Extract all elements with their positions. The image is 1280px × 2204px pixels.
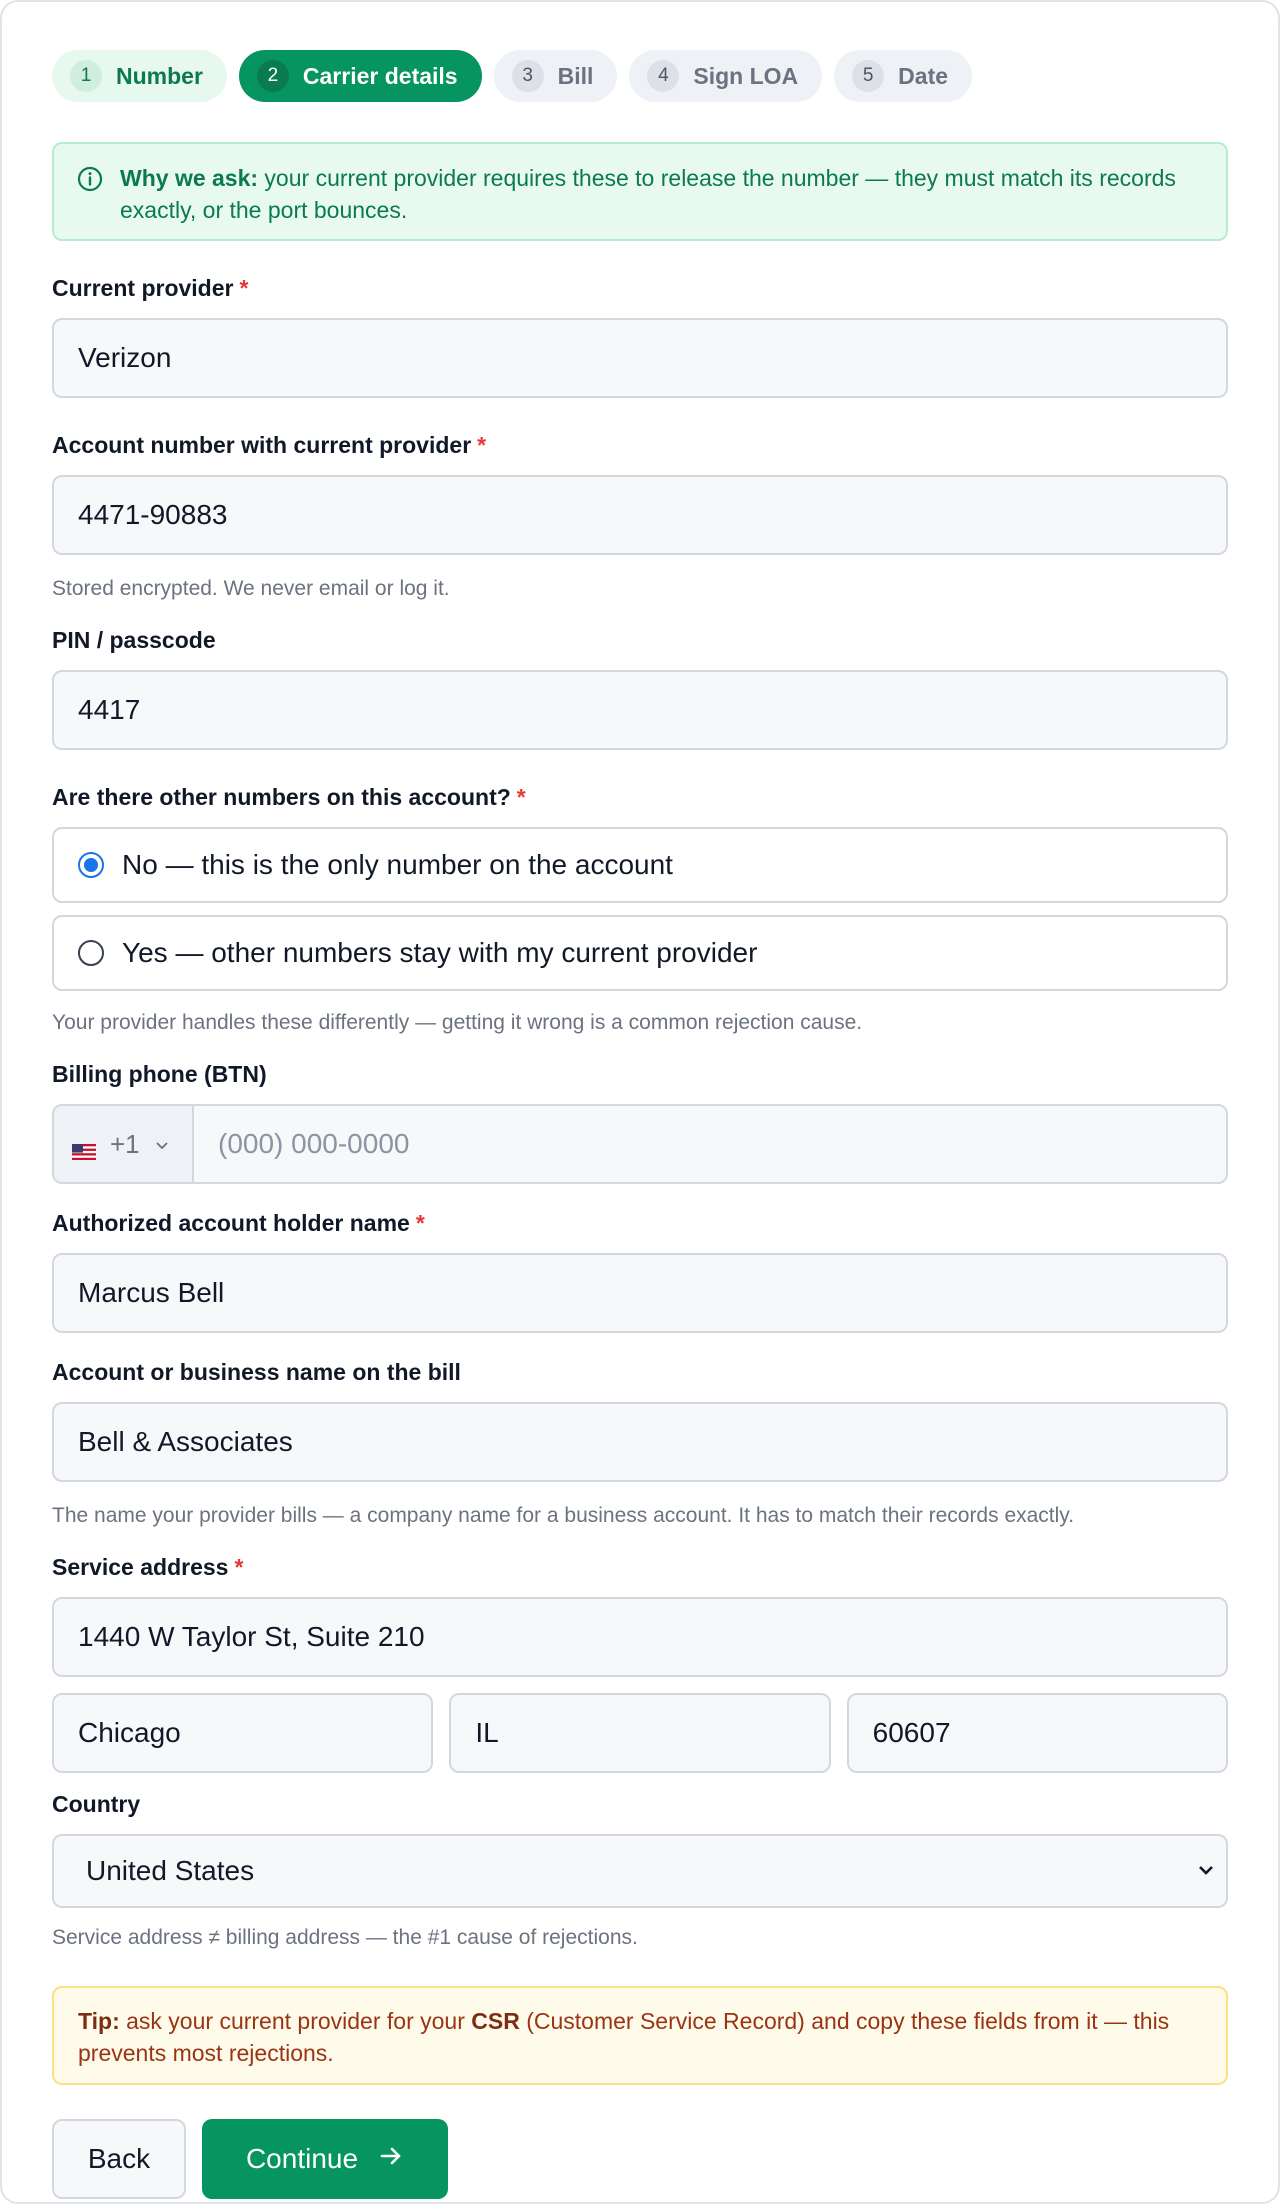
state-input[interactable]: IL (449, 1693, 831, 1773)
current-provider-group: Current provider * Verizon (52, 275, 1228, 398)
account-holder-input[interactable]: Marcus Bell (52, 1253, 1228, 1333)
step-bill-label: Bill (557, 62, 594, 89)
step-number-index: 1 (70, 60, 102, 92)
step-bill-index: 3 (511, 60, 544, 92)
account-number-help: Stored encrypted. We never email or log … (52, 577, 450, 600)
step-carrier-details-index: 2 (256, 60, 289, 92)
country-code-select[interactable]: +1 (54, 1106, 194, 1182)
why-we-ask-text: Why we ask: your current provider requir… (120, 162, 1202, 239)
required-marker: * (477, 432, 487, 458)
account-holder-label-text: Authorized account holder name (52, 1210, 410, 1236)
us-flag-icon (72, 1136, 96, 1160)
country-label: Country (52, 1791, 141, 1817)
other-numbers-group: Are there other numbers on this account?… (52, 784, 1228, 1035)
account-number-label-text: Account number with current provider (52, 432, 472, 458)
business-name-label: Account or business name on the bill (52, 1359, 461, 1385)
current-provider-label-text: Current provider (52, 275, 234, 301)
billing-phone-label: Billing phone (BTN) (52, 1061, 267, 1087)
city-input[interactable]: Chicago (52, 1693, 434, 1773)
step-sign-loa-index: 4 (647, 60, 680, 92)
other-numbers-help: Your provider handles these differently … (52, 1011, 863, 1034)
back-button[interactable]: Back (52, 2119, 186, 2199)
step-date-index: 5 (852, 60, 885, 92)
other-numbers-label: Are there other numbers on this account?… (52, 784, 1228, 811)
business-name-input[interactable]: Bell & Associates (52, 1402, 1228, 1482)
radio-option-no[interactable]: No — this is the only number on the acco… (52, 827, 1228, 903)
why-we-ask-body: your current provider requires these to … (120, 165, 1176, 223)
step-carrier-details-label: Carrier details (302, 62, 458, 89)
required-marker: * (415, 1210, 425, 1236)
required-marker: * (234, 1554, 244, 1580)
continue-button[interactable]: Continue (202, 2119, 448, 2199)
billing-phone-input[interactable]: (000) 000-0000 (194, 1106, 1226, 1182)
service-address-label: Service address * (52, 1554, 1228, 1581)
chevron-down-icon (154, 1129, 170, 1160)
account-number-input[interactable]: 4471-90883 (52, 475, 1228, 555)
why-we-ask-banner: Why we ask: your current provider requir… (52, 142, 1228, 241)
business-name-group: Account or business name on the bill Bel… (52, 1359, 1228, 1528)
tip-csr: CSR (471, 2008, 520, 2034)
current-provider-label: Current provider * (52, 275, 1228, 302)
step-date[interactable]: 5 Date (834, 50, 973, 102)
billing-phone-group: Billing phone (BTN) +1 (000) 000-0000 (52, 1061, 1228, 1184)
why-we-ask-lead: Why we ask: (120, 165, 259, 191)
step-bill[interactable]: 3 Bill (493, 50, 618, 102)
csr-tip-banner: Tip: ask your current provider for your … (52, 1986, 1228, 2085)
step-carrier-details[interactable]: 2 Carrier details (238, 50, 482, 102)
country-code-value: +1 (110, 1128, 140, 1159)
step-date-label: Date (898, 62, 949, 89)
billing-phone-field: +1 (000) 000-0000 (52, 1104, 1228, 1184)
pin-label: PIN / passcode (52, 627, 216, 653)
info-icon (76, 165, 104, 239)
pin-group: PIN / passcode 4417 (52, 627, 1228, 750)
stepper: 1 Number 2 Carrier details 3 Bill 4 Sign… (52, 50, 1228, 102)
tip-pre: ask your current provider for your (119, 2008, 472, 2034)
step-sign-loa[interactable]: 4 Sign LOA (629, 50, 823, 102)
radio-unchecked-icon[interactable] (78, 940, 104, 966)
country-value: United States (86, 1855, 255, 1886)
service-address-group: Service address * 1440 W Taylor St, Suite… (52, 1554, 1228, 1773)
account-number-group: Account number with current provider * 44… (52, 432, 1228, 601)
tip-lead: Tip: (78, 2008, 120, 2034)
account-holder-group: Authorized account holder name * Marcus B… (52, 1210, 1228, 1333)
radio-option-no-label: No — this is the only number on the acco… (122, 849, 673, 880)
chevron-down-icon (1196, 1855, 1216, 1887)
account-holder-label: Authorized account holder name * (52, 1210, 1228, 1237)
required-marker: * (239, 275, 249, 301)
radio-checked-icon[interactable] (78, 852, 104, 878)
continue-button-label: Continue (245, 2143, 359, 2174)
step-number[interactable]: 1 Number (52, 50, 227, 102)
step-number-label: Number (116, 62, 203, 89)
radio-option-yes-label: Yes — other numbers stay with my current… (122, 937, 758, 968)
other-numbers-label-text: Are there other numbers on this account? (52, 784, 511, 810)
form-actions: Back Continue (52, 2119, 1228, 2199)
pin-input[interactable]: 4417 (52, 670, 1228, 750)
country-help: Service address ≠ billing address — the … (52, 1926, 638, 1949)
account-number-label: Account number with current provider * (52, 432, 1228, 459)
carrier-details-form: 1 Number 2 Carrier details 3 Bill 4 Sign… (0, 0, 1280, 2204)
zip-input[interactable]: 60607 (846, 1693, 1228, 1773)
radio-option-yes[interactable]: Yes — other numbers stay with my current… (52, 915, 1228, 991)
current-provider-input[interactable]: Verizon (52, 318, 1228, 398)
arrow-right-icon (378, 2143, 404, 2176)
country-group: Country United States Service address ≠ … (52, 1791, 1228, 1950)
business-name-help: The name your provider bills — a company… (52, 1504, 1075, 1527)
csr-tip-text: Tip: ask your current provider for your … (78, 2005, 1202, 2069)
city-state-zip-row: Chicago IL 60607 (52, 1693, 1228, 1773)
service-address-label-text: Service address (52, 1554, 229, 1580)
country-select[interactable]: United States (52, 1834, 1228, 1908)
step-sign-loa-label: Sign LOA (693, 62, 799, 89)
required-marker: * (516, 784, 526, 810)
street-input[interactable]: 1440 W Taylor St, Suite 210 (52, 1597, 1228, 1677)
